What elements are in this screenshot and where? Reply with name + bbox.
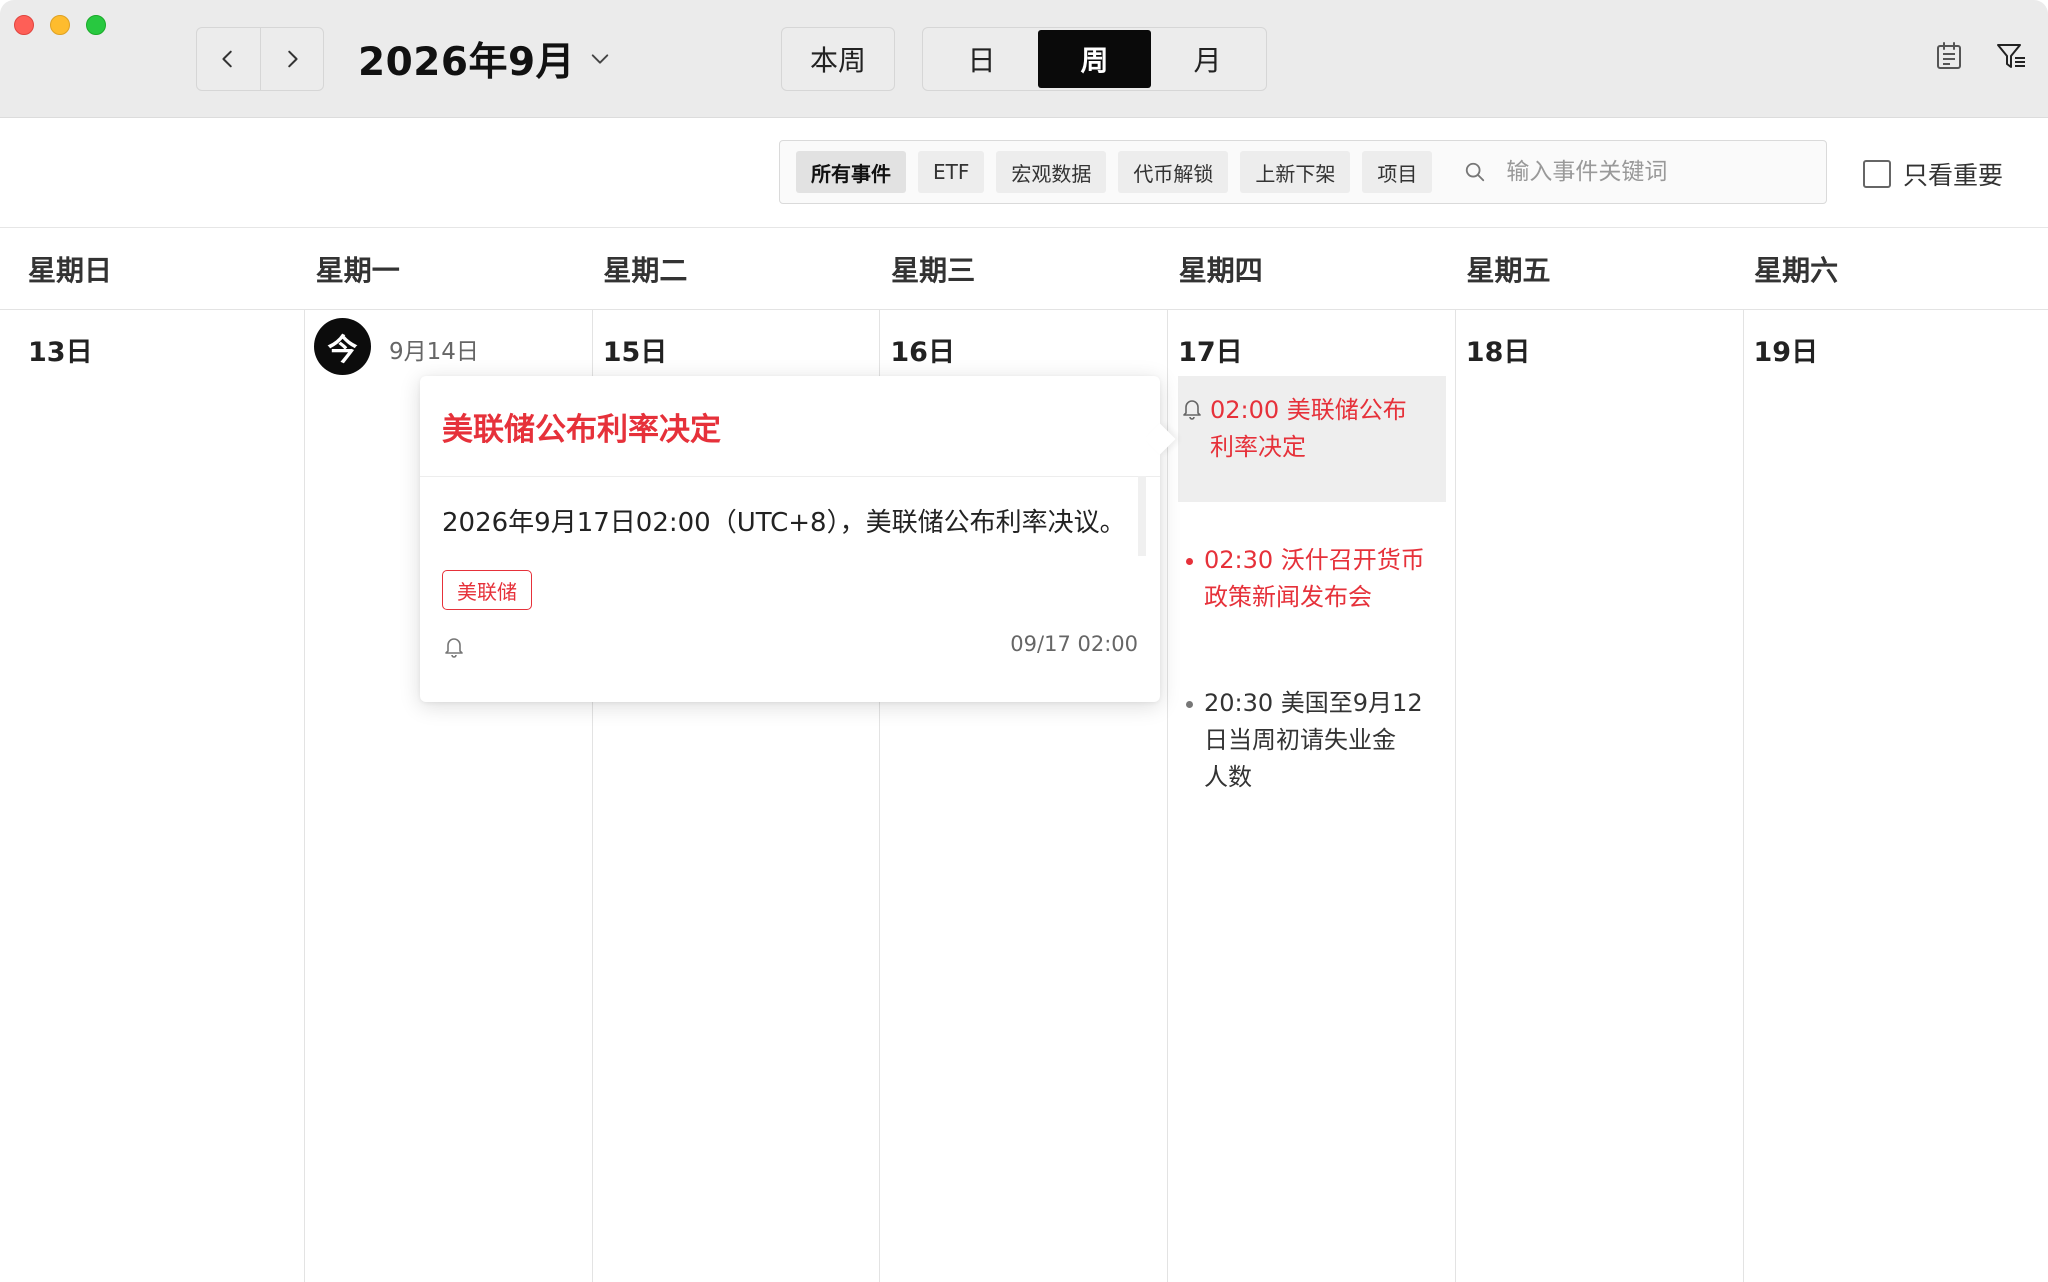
day-column-sat[interactable]: 19日: [1742, 310, 2031, 1282]
day-number: 17日: [1178, 337, 1243, 368]
view-mode-segmented-control: 日 周 月: [922, 27, 1267, 91]
period-navigation: [196, 27, 324, 91]
event-item[interactable]: 02:30 沃什召开货币 政策新闻发布会: [1178, 542, 1446, 616]
previous-period-button[interactable]: [197, 28, 260, 90]
bell-icon: [1183, 400, 1201, 420]
search-icon: [1466, 162, 1485, 182]
day-column-fri[interactable]: 18日: [1454, 310, 1743, 1282]
chevron-down-icon: [591, 54, 609, 64]
filter-bar: 所有事件 ETF 宏观数据 代币解锁 上新下架 项目 只看重要: [0, 118, 2048, 228]
month-picker[interactable]: 2026年9月: [358, 30, 611, 88]
day-number: 13日: [28, 337, 93, 368]
weekday-label: 星期五: [1466, 253, 1551, 287]
next-period-button[interactable]: [259, 28, 324, 90]
chevron-right-icon: [287, 50, 298, 68]
week-grid: 13日 15日 16日 17日 18日 19日 今 9月14日 02:00 美联…: [0, 310, 2048, 1282]
this-week-button[interactable]: 本周: [781, 27, 895, 91]
event-text-line: 利率决定: [1210, 433, 1306, 461]
event-text-line: 日当周初请失业金: [1204, 726, 1396, 754]
popover-time: 09/17 02:00: [1010, 632, 1138, 656]
today-indicator: 今 9月14日: [314, 318, 479, 375]
minimize-window-button[interactable]: [50, 15, 70, 35]
event-text-line: 02:30 沃什召开货币: [1204, 546, 1425, 574]
event-filter-box: 所有事件 ETF 宏观数据 代币解锁 上新下架 项目: [779, 140, 1827, 204]
important-only-label: 只看重要: [1903, 161, 2004, 190]
weekday-label: 星期四: [1178, 253, 1263, 287]
weekday-label: 星期六: [1754, 253, 1839, 287]
calendar-list-icon[interactable]: [1933, 40, 1965, 72]
today-date: 9月14日: [389, 338, 479, 365]
day-number: 16日: [890, 337, 955, 368]
event-dot: [1186, 558, 1193, 565]
event-item-selected[interactable]: 02:00 美联储公布 利率决定: [1178, 376, 1446, 502]
event-text-line: 人数: [1204, 763, 1252, 791]
filter-chip-token-unlock[interactable]: 代币解锁: [1118, 151, 1229, 193]
view-month-tab[interactable]: 月: [1151, 30, 1264, 88]
event-text-line: 政策新闻发布会: [1204, 583, 1372, 611]
zoom-window-button[interactable]: [86, 15, 106, 35]
weekday-label: 星期一: [315, 253, 400, 287]
important-only-toggle[interactable]: 只看重要: [1863, 156, 2003, 192]
close-window-button[interactable]: [14, 15, 34, 35]
day-column-sun[interactable]: 13日: [0, 310, 288, 1282]
filter-icon[interactable]: [1995, 40, 2027, 72]
day-number: 19日: [1753, 337, 1819, 368]
popover-divider: [420, 476, 1160, 477]
popover-scrollbar[interactable]: [1138, 476, 1146, 556]
bell-icon[interactable]: [442, 634, 466, 658]
today-badge: 今: [314, 318, 371, 375]
month-title: 2026年9月: [358, 40, 576, 85]
event-text-line: 02:00 美联储公布: [1210, 396, 1407, 424]
toolbar: 2026年9月 本周 日 周 月: [0, 0, 2048, 118]
weekday-label: 星期二: [603, 253, 688, 287]
filter-chip-macro[interactable]: 宏观数据: [996, 151, 1107, 193]
view-day-tab[interactable]: 日: [925, 30, 1038, 88]
filter-chip-listing[interactable]: 上新下架: [1240, 151, 1351, 193]
weekday-header: 星期日 星期一 星期二 星期三 星期四 星期五 星期六: [0, 228, 2048, 310]
important-only-checkbox[interactable]: [1863, 160, 1891, 188]
weekday-label: 星期日: [28, 253, 113, 287]
calendar-window: 2026年9月 本周 日 周 月 所有事件 ETF 宏观数据 代币解锁 上新下架…: [0, 0, 2048, 1282]
day-number: 18日: [1465, 337, 1531, 368]
popover-title: 美联储公布利率决定: [442, 412, 721, 448]
day-number: 15日: [602, 337, 668, 368]
search-input[interactable]: [1506, 159, 1807, 185]
search-field: [1464, 159, 1826, 185]
chevron-left-icon: [222, 50, 233, 68]
filter-chip-all[interactable]: 所有事件: [796, 151, 906, 193]
filter-chip-project[interactable]: 项目: [1362, 151, 1433, 193]
filter-chip-etf[interactable]: ETF: [918, 151, 985, 193]
weekday-label: 星期三: [891, 253, 976, 287]
event-text-line: 20:30 美国至9月12: [1204, 689, 1423, 717]
popover-description: 2026年9月17日02:00（UTC+8），美联储公布利率决议。: [442, 508, 1126, 538]
popover-tag[interactable]: 美联储: [442, 570, 532, 610]
event-detail-popover: 美联储公布利率决定 2026年9月17日02:00（UTC+8），美联储公布利率…: [420, 376, 1176, 702]
view-week-tab[interactable]: 周: [1038, 30, 1151, 88]
event-item[interactable]: 20:30 美国至9月12 日当周初请失业金 人数: [1178, 685, 1446, 796]
event-dot: [1186, 701, 1193, 708]
